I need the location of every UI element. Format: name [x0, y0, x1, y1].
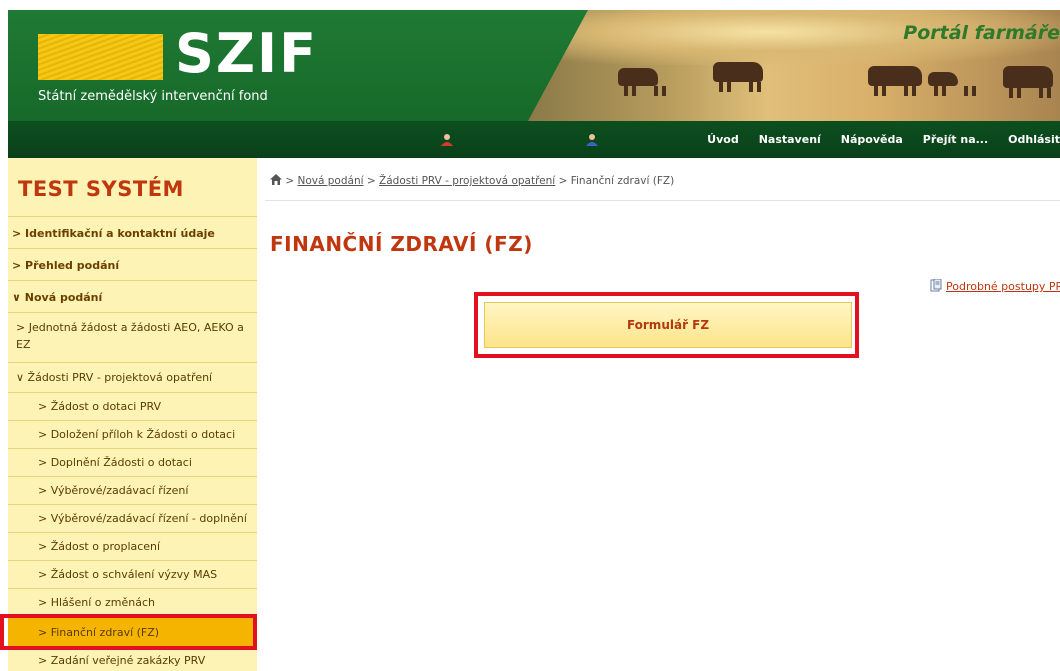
breadcrumb-nova-podani[interactable]: Nová podání [298, 175, 364, 187]
sidebar-highlight-box [0, 614, 257, 650]
formular-fz-button[interactable]: Formulář FZ [484, 302, 852, 348]
system-title: TEST SYSTÉM [18, 177, 184, 201]
user-icon[interactable] [440, 133, 454, 147]
nav-nastaveni[interactable]: Nastavení [759, 133, 821, 146]
szif-logo-mark [38, 34, 163, 80]
help-link-label[interactable]: Podrobné postupy PR [946, 280, 1060, 293]
breadcrumb-sep: > [558, 175, 568, 187]
sidebar-item-zadost-o-schvaleni-mas[interactable]: > Žádost o schválení výzvy MAS [8, 560, 257, 588]
nav-odhlasit[interactable]: Odhlásit [1008, 133, 1060, 146]
sidebar-item-vyberove-rizeni[interactable]: > Výběrové/zadávací řízení [8, 476, 257, 504]
sidebar-item-zadosti-prv[interactable]: ∨ Žádosti PRV - projektová opatření [8, 362, 257, 392]
nav-napoveda[interactable]: Nápověda [841, 133, 903, 146]
document-icon [930, 279, 942, 292]
sidebar-item-vyberove-rizeni-doplneni[interactable]: > Výběrové/zadávací řízení - doplnění [8, 504, 257, 532]
breadcrumb-sep: > [366, 175, 376, 187]
sidebar-item-doplneni-zadosti[interactable]: > Doplnění Žádosti o dotaci [8, 448, 257, 476]
help-link[interactable]: Podrobné postupy PR [930, 279, 1060, 293]
header-banner: SZIF Státní zemědělský intervenční fond … [8, 10, 1060, 121]
sidebar-item-zadost-o-dotaci[interactable]: > Žádost o dotaci PRV [8, 392, 257, 420]
top-navbar: Úvod Nastavení Nápověda Přejít na... Odh… [8, 121, 1060, 158]
breadcrumb: > Nová podání > Žádosti PRV - projektová… [270, 174, 674, 187]
sidebar-item-nova-podani[interactable]: ∨ Nová podání [8, 280, 257, 312]
portal-title: Portál farmáře [903, 22, 1060, 44]
profile-icon[interactable] [585, 133, 599, 147]
sidebar-item-dolozeni-priloh[interactable]: > Doložení příloh k Žádosti o dotaci [8, 420, 257, 448]
szif-logo-text: SZIF [175, 22, 319, 85]
logo-subtitle: Státní zemědělský intervenční fond [38, 89, 268, 104]
page-title: FINANČNÍ ZDRAVÍ (FZ) [270, 232, 533, 256]
sidebar-item-zadost-o-proplaceni[interactable]: > Žádost o proplacení [8, 532, 257, 560]
breadcrumb-zadosti-prv[interactable]: Žádosti PRV - projektová opatření [379, 175, 555, 187]
sidebar-item-prehled-podani[interactable]: > Přehled podání [8, 248, 257, 280]
breadcrumb-current: Finanční zdraví (FZ) [570, 175, 675, 187]
sidebar-item-hlaseni-o-zmenach[interactable]: > Hlášení o změnách [8, 588, 257, 617]
breadcrumb-divider [265, 200, 1060, 201]
nav-uvod[interactable]: Úvod [707, 133, 739, 146]
home-icon[interactable] [270, 174, 282, 185]
sidebar-item-identifikacni[interactable]: > Identifikační a kontaktní údaje [8, 216, 257, 248]
breadcrumb-sep: > [285, 175, 295, 187]
nav-prejit-na[interactable]: Přejít na... [923, 133, 988, 146]
sidebar-item-zadani-verejne-zakazky[interactable]: > Zadání veřejné zakázky PRV [8, 647, 257, 671]
sidebar-item-jednotna-zadost[interactable]: > Jednotná žádost a žádosti AEO, AEKO a … [8, 312, 257, 362]
